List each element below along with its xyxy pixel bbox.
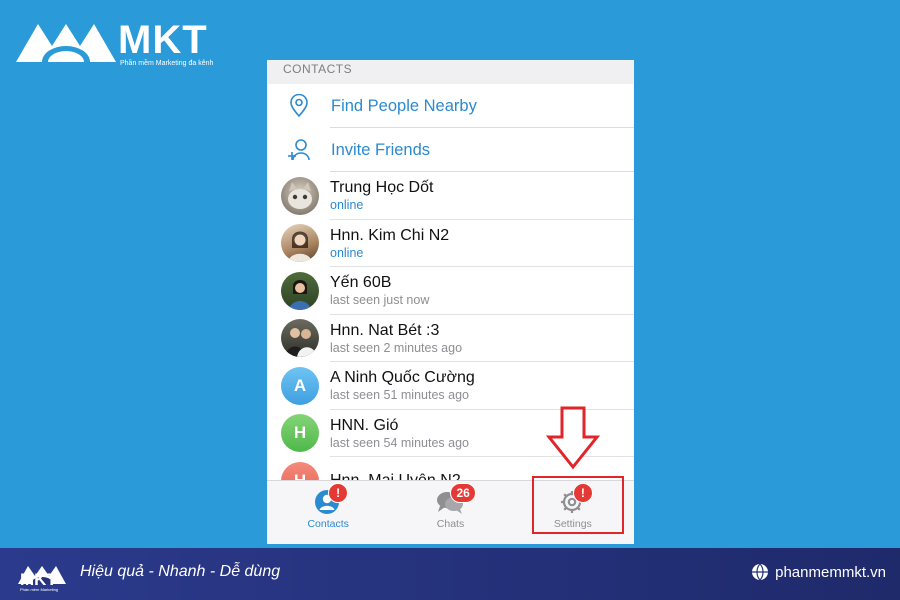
mountain-logo-icon [16, 24, 116, 62]
tab-badge: ! [328, 483, 349, 503]
location-pin-icon [267, 94, 331, 118]
add-person-icon [267, 137, 331, 163]
contact-name: Trung Học Dốt [330, 179, 434, 197]
footer-logo-tagline: Phần mềm Marketing [20, 587, 59, 592]
contact-name: A Ninh Quốc Cường [330, 369, 475, 387]
avatar [281, 176, 319, 215]
contact-status: online [330, 245, 364, 260]
contact-row[interactable]: Yến 60B last seen just now [267, 267, 634, 315]
tab-badge: 26 [450, 483, 476, 503]
avatar [281, 224, 319, 263]
contact-status: last seen 51 minutes ago [330, 388, 469, 403]
brand-logo: MKT Phần mềm Marketing đa kênh [16, 14, 226, 70]
chat-bubbles-icon: 26 [436, 483, 476, 515]
contact-name: Hnn. Nat Bét :3 [330, 321, 440, 339]
find-people-nearby-label: Find People Nearby [331, 96, 477, 115]
invite-friends-row[interactable]: Invite Friends [267, 128, 634, 172]
settings-highlight-box [532, 476, 624, 534]
contact-name: Hnn. Kim Chi N2 [330, 226, 450, 244]
avatar [281, 319, 319, 358]
tab-label: Contacts [307, 518, 349, 530]
contact-status: last seen just now [330, 293, 430, 308]
tab-label: Chats [436, 518, 465, 530]
contact-status: last seen 54 minutes ago [330, 435, 469, 450]
avatar: H [281, 414, 319, 453]
contact-status: last seen 2 minutes ago [330, 340, 463, 355]
contact-row[interactable]: Trung Học Dốt online [267, 172, 634, 220]
avatar [281, 271, 319, 310]
website-link[interactable]: phanmemmkt.vn [751, 563, 886, 581]
section-header: CONTACTS [267, 60, 634, 84]
find-people-nearby-row[interactable]: Find People Nearby [267, 84, 634, 128]
contact-row[interactable]: Hnn. Kim Chi N2 online [267, 220, 634, 267]
contact-row[interactable]: Hnn. Nat Bét :3 last seen 2 minutes ago [267, 315, 634, 362]
avatar: A [281, 366, 319, 405]
invite-friends-label: Invite Friends [331, 140, 431, 159]
contact-row[interactable]: A A Ninh Quốc Cường last seen 51 minutes… [267, 362, 634, 410]
website-url: phanmemmkt.vn [775, 563, 886, 581]
footer-slogan: Hiệu quả - Nhanh - Dễ dùng [80, 563, 281, 580]
person-icon: ! [314, 483, 349, 515]
footer-banner: MKT Phần mềm Marketing Hiệu quả - Nhanh … [0, 548, 900, 600]
contacts-screen: CONTACTS Find People Nearby Invite Frien… [267, 60, 634, 544]
down-arrow-icon [545, 406, 601, 470]
contact-name: Yến 60B [330, 274, 392, 292]
brand-tagline: Phần mềm Marketing đa kênh [120, 60, 214, 67]
tab-chats[interactable]: 26 Chats [389, 481, 511, 544]
contact-status: online [330, 198, 364, 213]
tab-contacts[interactable]: ! Contacts [267, 481, 389, 544]
contact-name: HNN. Gió [330, 416, 399, 434]
brand-name: MKT [118, 18, 208, 62]
globe-icon [752, 563, 769, 581]
